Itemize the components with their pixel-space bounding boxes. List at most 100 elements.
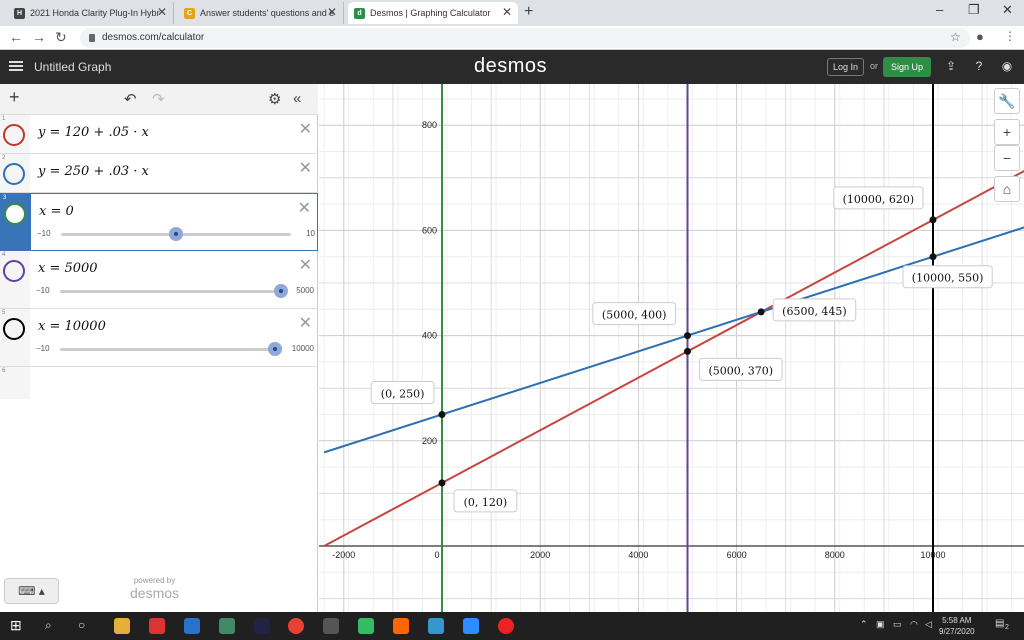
- forward-icon[interactable]: →: [32, 29, 46, 45]
- volume-icon[interactable]: ◁: [925, 619, 932, 630]
- tray-app-icon[interactable]: ▣: [876, 619, 885, 630]
- delete-expression-icon[interactable]: ✕: [299, 158, 312, 178]
- slider-knob[interactable]: [268, 342, 282, 356]
- expression-row[interactable]: 1 y = 120 + .05 · x ✕: [0, 115, 318, 154]
- delete-expression-icon[interactable]: ✕: [298, 198, 311, 218]
- login-button[interactable]: Log In: [827, 58, 864, 76]
- new-tab-icon[interactable]: +: [524, 3, 533, 21]
- file-explorer-icon[interactable]: [114, 618, 130, 634]
- app-icon[interactable]: [428, 618, 444, 634]
- expression-row[interactable]: 4 x = 5000 ✕ −10 5000: [0, 251, 318, 309]
- slider-track[interactable]: [60, 290, 284, 293]
- line-color-icon[interactable]: [3, 163, 25, 185]
- menu-icon[interactable]: ⋮: [1004, 29, 1016, 43]
- slider-max[interactable]: 10: [306, 229, 315, 238]
- opera-icon[interactable]: [498, 618, 514, 634]
- slider-max[interactable]: 10000: [292, 344, 314, 353]
- reload-icon[interactable]: ↻: [55, 29, 67, 46]
- close-icon[interactable]: ✕: [327, 5, 337, 19]
- window-close-icon[interactable]: ✕: [1002, 2, 1013, 18]
- slider-min[interactable]: −10: [36, 286, 50, 295]
- expression-formula[interactable]: x = 0: [39, 204, 74, 219]
- slider-track[interactable]: [60, 348, 280, 351]
- battery-icon[interactable]: ▭: [893, 619, 902, 630]
- expression-formula[interactable]: y = 120 + .05 · x: [38, 125, 149, 140]
- app-icon[interactable]: [149, 618, 165, 634]
- keyboard-toggle-button[interactable]: ⌨ ▴: [4, 578, 59, 604]
- expression-row[interactable]: 2 y = 250 + .03 · x ✕: [0, 154, 318, 193]
- undo-icon[interactable]: ↶: [124, 90, 137, 108]
- app-icon[interactable]: [358, 618, 374, 634]
- help-icon[interactable]: ?: [971, 58, 987, 74]
- expression-formula[interactable]: y = 250 + .03 · x: [38, 164, 149, 179]
- slider-knob[interactable]: [274, 284, 288, 298]
- windows-start-icon[interactable]: ⊞: [10, 617, 26, 633]
- slider-min[interactable]: −10: [36, 344, 50, 353]
- slider-max[interactable]: 5000: [296, 286, 314, 295]
- taskbar-clock[interactable]: 5:58 AM 9/27/2020: [939, 615, 975, 637]
- close-icon[interactable]: ✕: [502, 5, 512, 19]
- intersection-point: [929, 216, 937, 224]
- url-field[interactable]: desmos.com/calculator: [80, 28, 970, 48]
- slider-min[interactable]: −10: [37, 229, 51, 238]
- tab-answer[interactable]: C Answer students' questions and e ✕: [178, 2, 344, 24]
- graph-paper[interactable]: -20000200040006000800010000200400600800(…: [319, 84, 1024, 612]
- wifi-icon[interactable]: ◠: [910, 619, 918, 630]
- graph-title[interactable]: Untitled Graph: [34, 60, 111, 74]
- expression-formula[interactable]: x = 10000: [38, 319, 106, 334]
- delete-expression-icon[interactable]: ✕: [299, 119, 312, 139]
- app-icon[interactable]: [254, 618, 270, 634]
- graph-svg[interactable]: -20000200040006000800010000200400600800(…: [319, 84, 1024, 612]
- tab-honda[interactable]: H 2021 Honda Clarity Plug-In Hybr ✕: [8, 2, 174, 24]
- signup-button[interactable]: Sign Up: [883, 57, 931, 77]
- settings-icon[interactable]: ⚙: [268, 90, 281, 108]
- intersection-point: [684, 347, 691, 355]
- collapse-panel-icon[interactable]: «: [293, 90, 301, 107]
- slider[interactable]: −10 5000: [36, 284, 314, 299]
- profile-icon[interactable]: ●: [976, 29, 984, 44]
- share-icon[interactable]: ⇪: [943, 58, 959, 74]
- tab-desmos[interactable]: d Desmos | Graphing Calculator ✕: [348, 2, 518, 24]
- task-view-icon[interactable]: ○: [78, 618, 94, 634]
- search-icon[interactable]: ⌕: [45, 618, 61, 634]
- app-icon[interactable]: [323, 618, 339, 634]
- back-icon[interactable]: ←: [9, 29, 23, 45]
- line-color-icon[interactable]: [3, 318, 25, 340]
- line-color-icon[interactable]: [3, 124, 25, 146]
- slider[interactable]: −10 10000: [36, 342, 314, 357]
- home-icon[interactable]: ⌂: [994, 176, 1020, 202]
- add-item-icon[interactable]: +: [9, 87, 20, 108]
- zoom-app-icon[interactable]: [463, 618, 479, 634]
- globe-icon[interactable]: ◉: [999, 58, 1015, 74]
- slider-knob[interactable]: [169, 227, 183, 241]
- zoom-in-button[interactable]: +: [994, 119, 1020, 145]
- app-icon[interactable]: [219, 618, 235, 634]
- minimize-icon[interactable]: –: [936, 2, 943, 17]
- expression-row[interactable]: 5 x = 10000 ✕ −10 10000: [0, 309, 318, 367]
- star-icon[interactable]: ☆: [950, 30, 961, 44]
- chrome-icon[interactable]: [288, 618, 304, 634]
- delete-expression-icon[interactable]: ✕: [299, 255, 312, 275]
- app-icon[interactable]: [393, 618, 409, 634]
- line-color-icon[interactable]: [3, 260, 25, 282]
- x-tick-label: 6000: [727, 550, 747, 560]
- url-text: desmos.com/calculator: [102, 32, 205, 43]
- graph-settings-wrench-icon[interactable]: 🔧: [994, 88, 1020, 114]
- line-color-icon[interactable]: [4, 203, 26, 225]
- empty-expression-row[interactable]: 6: [0, 367, 318, 399]
- slider[interactable]: −10 10: [37, 227, 315, 242]
- redo-icon[interactable]: ↷: [152, 90, 165, 108]
- expression-formula[interactable]: x = 5000: [38, 261, 98, 276]
- zoom-out-button[interactable]: −: [994, 145, 1020, 171]
- delete-expression-icon[interactable]: ✕: [299, 313, 312, 333]
- or-text: or: [870, 61, 879, 71]
- hamburger-icon[interactable]: [9, 59, 23, 73]
- edge-icon[interactable]: [184, 618, 200, 634]
- tray-chevron-icon[interactable]: ⌃: [860, 619, 868, 630]
- intersection-point: [438, 411, 446, 418]
- restore-icon[interactable]: ❐: [968, 2, 980, 18]
- desmos-icon: d: [354, 7, 365, 19]
- notifications-icon[interactable]: ▤: [995, 618, 1004, 629]
- expression-row-selected[interactable]: 3 x = 0 ✕ −10 10: [0, 193, 318, 251]
- close-icon[interactable]: ✕: [157, 5, 167, 19]
